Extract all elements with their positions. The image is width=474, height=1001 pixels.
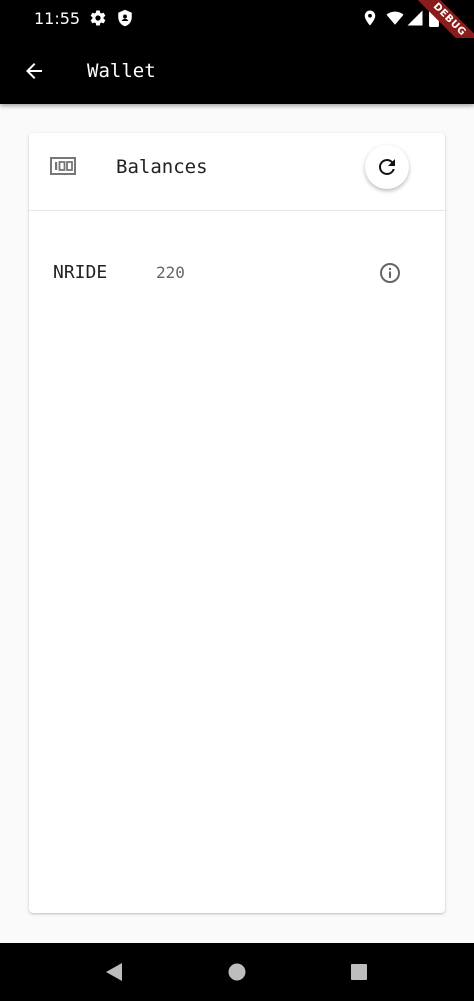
- location-icon: [361, 9, 379, 27]
- token-amount: 220: [156, 263, 185, 282]
- nav-back-button[interactable]: [102, 960, 126, 984]
- system-nav-bar: [0, 943, 474, 1001]
- signal-icon: [406, 9, 424, 27]
- status-bar: 11:55 DEBUG: [0, 0, 474, 38]
- info-icon: [380, 263, 400, 283]
- shield-icon: [116, 9, 134, 27]
- back-triangle-icon: [106, 963, 122, 981]
- balances-card: Balances NRIDE 220: [29, 133, 445, 913]
- back-button[interactable]: [14, 51, 54, 91]
- balance-row-nride: NRIDE 220: [29, 248, 445, 298]
- wifi-icon: [386, 9, 404, 27]
- card-title: Balances: [116, 156, 208, 178]
- money-icon: [50, 156, 76, 176]
- nav-home-button[interactable]: [225, 960, 249, 984]
- status-time: 11:55: [34, 9, 81, 28]
- info-button[interactable]: [377, 260, 403, 286]
- token-symbol: NRIDE: [53, 262, 108, 283]
- page-title: Wallet: [87, 60, 156, 82]
- arrow-back-icon: [26, 63, 42, 79]
- refresh-icon: [379, 159, 395, 175]
- card-header: Balances: [29, 133, 445, 211]
- nav-recents-button[interactable]: [347, 960, 371, 984]
- refresh-button[interactable]: [365, 145, 409, 189]
- recents-square-icon: [351, 964, 367, 980]
- gear-icon: [89, 9, 107, 27]
- home-circle-icon: [228, 963, 246, 981]
- app-bar: Wallet: [0, 38, 474, 104]
